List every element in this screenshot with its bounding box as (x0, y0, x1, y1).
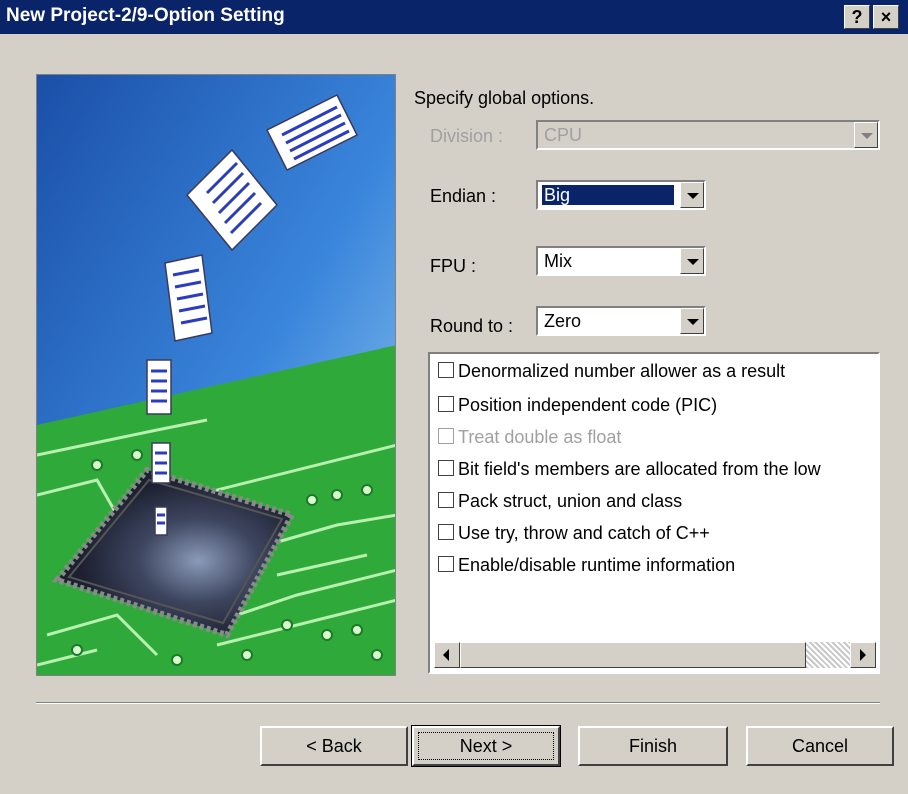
round-to-value: Zero (544, 311, 582, 331)
window-title: New Project-2/9-Option Setting (6, 5, 285, 26)
chevron-down-icon (861, 133, 873, 139)
division-label: Division : (430, 126, 504, 146)
close-icon: × (880, 7, 892, 27)
division-value: CPU (544, 125, 583, 145)
arrow-left-icon (443, 649, 449, 661)
endian-value: Big (541, 184, 675, 206)
cancel-button[interactable]: Cancel (746, 726, 894, 766)
finish-button[interactable]: Finish (578, 726, 728, 766)
endian-label: Endian : (430, 186, 497, 206)
fpu-label: FPU : (430, 256, 477, 276)
help-icon: ? (851, 7, 863, 27)
endian-dropdown-button[interactable] (680, 182, 704, 208)
chevron-down-icon (687, 319, 699, 325)
close-button[interactable]: × (873, 5, 899, 29)
option-label: Treat double as float (458, 427, 622, 447)
option-label: Use try, throw and catch of C++ (458, 523, 710, 543)
focus-ring (418, 732, 554, 760)
checkbox[interactable] (438, 492, 454, 508)
cancel-button-label: Cancel (791, 736, 849, 756)
endian-dropdown[interactable]: Big (536, 180, 706, 210)
next-button[interactable]: Next > (411, 725, 561, 767)
round-to-label: Round to : (430, 316, 514, 336)
checkbox[interactable] (438, 460, 454, 476)
back-button-label: < Back (306, 736, 362, 756)
round-to-dropdown-button[interactable] (680, 308, 704, 334)
title-bar: New Project-2/9-Option Setting ? × (0, 0, 908, 34)
separator-highlight (36, 703, 880, 704)
division-dropdown-button (854, 122, 878, 148)
checkbox[interactable] (438, 556, 454, 572)
finish-button-label: Finish (628, 736, 677, 756)
help-button[interactable]: ? (844, 5, 870, 29)
horizontal-scrollbar[interactable] (434, 642, 876, 668)
checkbox[interactable] (438, 396, 454, 412)
chevron-down-icon (687, 193, 699, 199)
scroll-left-button[interactable] (434, 642, 460, 668)
wizard-illustration (36, 74, 396, 676)
chip-documents-icon (37, 75, 395, 675)
round-to-dropdown[interactable]: Zero (536, 306, 706, 336)
fpu-value: Mix (544, 251, 572, 271)
option-label: Position independent code (PIC) (458, 395, 718, 415)
scroll-track[interactable] (806, 642, 850, 668)
fpu-dropdown-button[interactable] (680, 248, 704, 274)
chevron-down-icon (687, 259, 699, 265)
option-label: Denormalized number allower as a result (458, 361, 786, 381)
arrow-right-icon (860, 649, 866, 661)
division-dropdown: CPU (536, 120, 880, 150)
checkbox[interactable] (438, 362, 454, 378)
page-heading: Specify global options. (414, 88, 595, 108)
option-label: Enable/disable runtime information (458, 555, 736, 575)
scroll-thumb[interactable] (460, 642, 806, 668)
back-button[interactable]: < Back (260, 726, 408, 766)
fpu-dropdown[interactable]: Mix (536, 246, 706, 276)
option-label: Pack struct, union and class (458, 491, 683, 511)
option-label: Bit field's members are allocated from t… (458, 459, 821, 479)
scroll-right-button[interactable] (850, 642, 876, 668)
checkbox (438, 428, 454, 444)
options-list[interactable]: Denormalized number allower as a result … (428, 352, 880, 674)
checkbox[interactable] (438, 524, 454, 540)
